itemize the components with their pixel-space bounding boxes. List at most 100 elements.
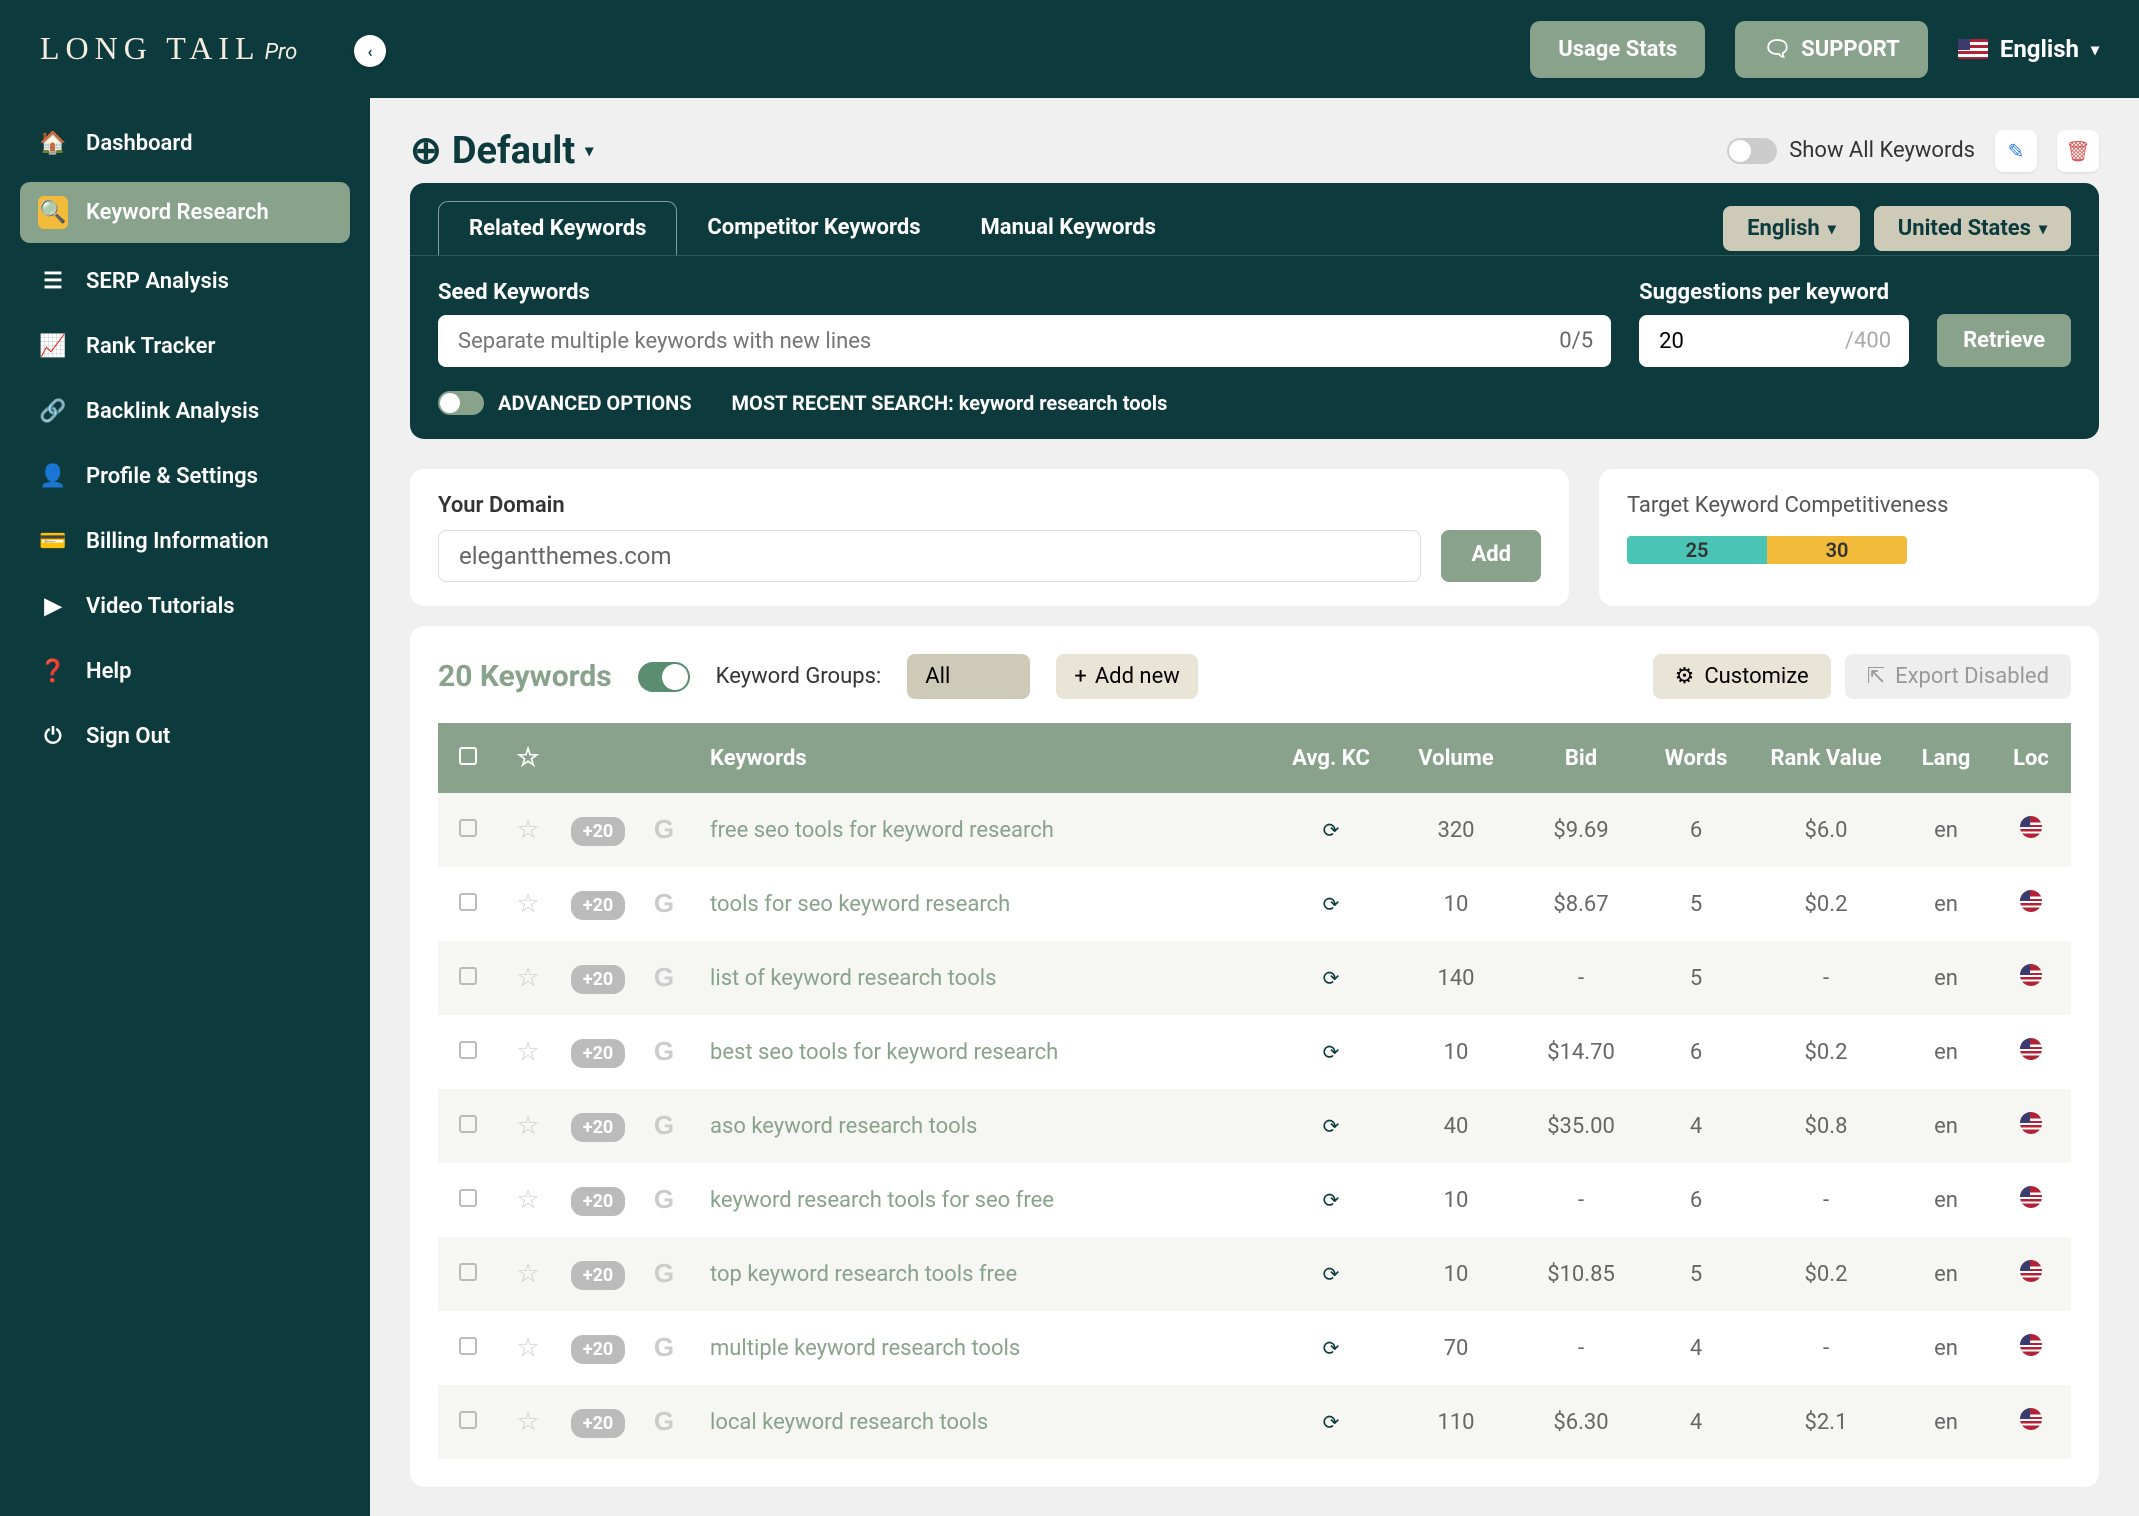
edit-project-button[interactable]: ✎ <box>1995 130 2037 172</box>
customize-columns-button[interactable]: ⚙ Customize <box>1653 654 1831 699</box>
row-checkbox[interactable] <box>459 1411 477 1429</box>
sidebar-item-video-tutorials[interactable]: ▶Video Tutorials <box>20 580 350 633</box>
sidebar-item-keyword-research[interactable]: 🔍Keyword Research <box>20 182 350 243</box>
star-icon[interactable]: ☆ <box>516 963 539 993</box>
tab-competitor-keywords[interactable]: Competitor Keywords <box>677 201 950 255</box>
star-icon[interactable]: ☆ <box>516 815 539 845</box>
sidebar-item-help[interactable]: ❓Help <box>20 645 350 698</box>
sidebar-item-backlink-analysis[interactable]: 🔗Backlink Analysis <box>20 385 350 438</box>
col-avg-kc[interactable]: Avg. KC <box>1271 723 1391 793</box>
expand-badge[interactable]: +20 <box>571 1039 625 1068</box>
google-icon[interactable]: G <box>650 1334 678 1362</box>
refresh-kc-icon[interactable]: ⟳ <box>1323 1410 1340 1434</box>
google-icon[interactable]: G <box>650 816 678 844</box>
support-button[interactable]: 🗨 SUPPORT <box>1735 21 1928 78</box>
refresh-kc-icon[interactable]: ⟳ <box>1323 818 1340 842</box>
row-checkbox[interactable] <box>459 893 477 911</box>
kc-bar[interactable]: 25 30 <box>1627 536 1907 564</box>
star-icon[interactable]: ☆ <box>516 1259 539 1289</box>
search-country-selector[interactable]: United States▾ <box>1874 206 2071 251</box>
retrieve-button[interactable]: Retrieve <box>1937 314 2071 367</box>
refresh-kc-icon[interactable]: ⟳ <box>1323 966 1340 990</box>
expand-badge[interactable]: +20 <box>571 817 625 846</box>
advanced-options-toggle[interactable] <box>438 391 484 415</box>
star-icon[interactable]: ☆ <box>516 1185 539 1215</box>
star-icon[interactable]: ☆ <box>516 1333 539 1363</box>
col-rank-value[interactable]: Rank Value <box>1751 723 1901 793</box>
col-lang[interactable]: Lang <box>1901 723 1991 793</box>
row-checkbox[interactable] <box>459 1189 477 1207</box>
expand-badge[interactable]: +20 <box>571 1261 625 1290</box>
expand-badge[interactable]: +20 <box>571 891 625 920</box>
star-icon[interactable]: ☆ <box>516 1037 539 1067</box>
select-all-checkbox[interactable] <box>459 747 477 765</box>
refresh-kc-icon[interactable]: ⟳ <box>1323 1336 1340 1360</box>
keyword-cell[interactable]: free seo tools for keyword research <box>690 793 1271 867</box>
keywords-filter-toggle[interactable] <box>638 662 690 692</box>
col-bid[interactable]: Bid <box>1521 723 1641 793</box>
export-icon: ⇱ <box>1867 664 1885 689</box>
refresh-kc-icon[interactable]: ⟳ <box>1323 1114 1340 1138</box>
search-panel: Related KeywordsCompetitor KeywordsManua… <box>410 183 2099 439</box>
google-icon[interactable]: G <box>650 890 678 918</box>
refresh-kc-icon[interactable]: ⟳ <box>1323 892 1340 916</box>
collapse-sidebar-button[interactable]: ‹ <box>354 35 386 67</box>
google-icon[interactable]: G <box>650 1408 678 1436</box>
lang-cell: en <box>1901 1163 1991 1237</box>
domain-input[interactable] <box>438 530 1421 582</box>
add-group-button[interactable]: + Add new <box>1056 654 1197 699</box>
row-checkbox[interactable] <box>459 1263 477 1281</box>
refresh-kc-icon[interactable]: ⟳ <box>1323 1262 1340 1286</box>
expand-badge[interactable]: +20 <box>571 1409 625 1438</box>
keyword-cell[interactable]: top keyword research tools free <box>690 1237 1271 1311</box>
star-icon[interactable]: ☆ <box>516 1407 539 1437</box>
sidebar-item-dashboard[interactable]: 🏠Dashboard <box>20 117 350 170</box>
keyword-group-selector[interactable]: All <box>907 654 1030 699</box>
tab-manual-keywords[interactable]: Manual Keywords <box>951 201 1186 255</box>
keyword-cell[interactable]: tools for seo keyword research <box>690 867 1271 941</box>
show-all-keywords-toggle[interactable] <box>1727 138 1777 164</box>
keyword-cell[interactable]: local keyword research tools <box>690 1385 1271 1459</box>
keyword-cell[interactable]: best seo tools for keyword research <box>690 1015 1271 1089</box>
sidebar-item-profile-settings[interactable]: 👤Profile & Settings <box>20 450 350 503</box>
google-icon[interactable]: G <box>650 964 678 992</box>
row-checkbox[interactable] <box>459 1115 477 1133</box>
sidebar-item-rank-tracker[interactable]: 📈Rank Tracker <box>20 320 350 373</box>
keyword-cell[interactable]: keyword research tools for seo free <box>690 1163 1271 1237</box>
keyword-cell[interactable]: multiple keyword research tools <box>690 1311 1271 1385</box>
row-checkbox[interactable] <box>459 967 477 985</box>
row-checkbox[interactable] <box>459 1041 477 1059</box>
expand-badge[interactable]: +20 <box>571 1187 625 1216</box>
seed-keywords-input[interactable] <box>438 315 1611 367</box>
keyword-cell[interactable]: aso keyword research tools <box>690 1089 1271 1163</box>
expand-badge[interactable]: +20 <box>571 1335 625 1364</box>
usage-stats-button[interactable]: Usage Stats <box>1530 21 1705 78</box>
col-volume[interactable]: Volume <box>1391 723 1521 793</box>
tab-related-keywords[interactable]: Related Keywords <box>438 201 677 255</box>
sidebar-item-serp-analysis[interactable]: ☰SERP Analysis <box>20 255 350 308</box>
google-icon[interactable]: G <box>650 1112 678 1140</box>
col-loc[interactable]: Loc <box>1991 723 2071 793</box>
google-icon[interactable]: G <box>650 1038 678 1066</box>
sidebar-item-sign-out[interactable]: ⏻Sign Out <box>20 710 350 763</box>
refresh-kc-icon[interactable]: ⟳ <box>1323 1188 1340 1212</box>
google-icon[interactable]: G <box>650 1260 678 1288</box>
search-language-selector[interactable]: English▾ <box>1723 206 1860 251</box>
col-keywords[interactable]: Keywords <box>690 723 1271 793</box>
project-selector[interactable]: ⊕ Default ▾ <box>410 128 593 173</box>
sidebar-item-billing-information[interactable]: 💳Billing Information <box>20 515 350 568</box>
col-words[interactable]: Words <box>1641 723 1751 793</box>
keyword-cell[interactable]: list of keyword research tools <box>690 941 1271 1015</box>
row-checkbox[interactable] <box>459 819 477 837</box>
google-icon[interactable]: G <box>650 1186 678 1214</box>
star-icon[interactable]: ☆ <box>516 889 539 919</box>
expand-badge[interactable]: +20 <box>571 1113 625 1142</box>
rank-cell: $6.0 <box>1751 793 1901 867</box>
row-checkbox[interactable] <box>459 1337 477 1355</box>
add-domain-button[interactable]: Add <box>1441 530 1541 582</box>
refresh-kc-icon[interactable]: ⟳ <box>1323 1040 1340 1064</box>
star-icon[interactable]: ☆ <box>516 1111 539 1141</box>
language-selector[interactable]: English ▾ <box>1958 35 2099 63</box>
delete-project-button[interactable]: 🗑 <box>2057 130 2099 172</box>
expand-badge[interactable]: +20 <box>571 965 625 994</box>
